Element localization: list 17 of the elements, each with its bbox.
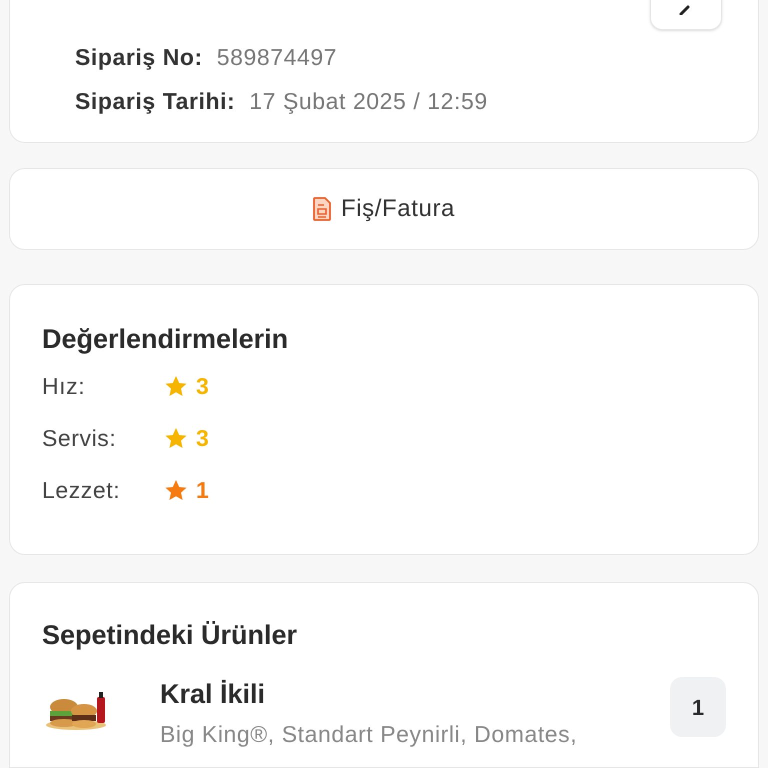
rating-score: 1 [196, 476, 209, 505]
quantity-badge: 1 [670, 677, 726, 737]
product-description: Big King®, Standart Peynirli, Domates, [160, 720, 578, 749]
field-value: 589874497 [216, 43, 338, 72]
receipt-button[interactable]: Fiş/Fatura [9, 168, 759, 250]
rating-label: Hız: [42, 372, 86, 401]
rating-score: 3 [196, 372, 209, 401]
section-title: Değerlendirmelerin [42, 323, 290, 356]
field-label: Sipariş No: [75, 43, 203, 72]
field-value: 17 Şubat 2025 / 12:59 [249, 87, 488, 116]
field-label: Sipariş Tarihi: [75, 87, 236, 116]
document-icon [312, 197, 331, 221]
rating-label: Lezzet: [42, 476, 122, 505]
rating-score: 3 [196, 424, 209, 453]
product-name: Kral İkili [160, 678, 266, 711]
rating-label: Servis: [42, 424, 118, 453]
section-title: Sepetindeki Ürünler [42, 619, 298, 652]
